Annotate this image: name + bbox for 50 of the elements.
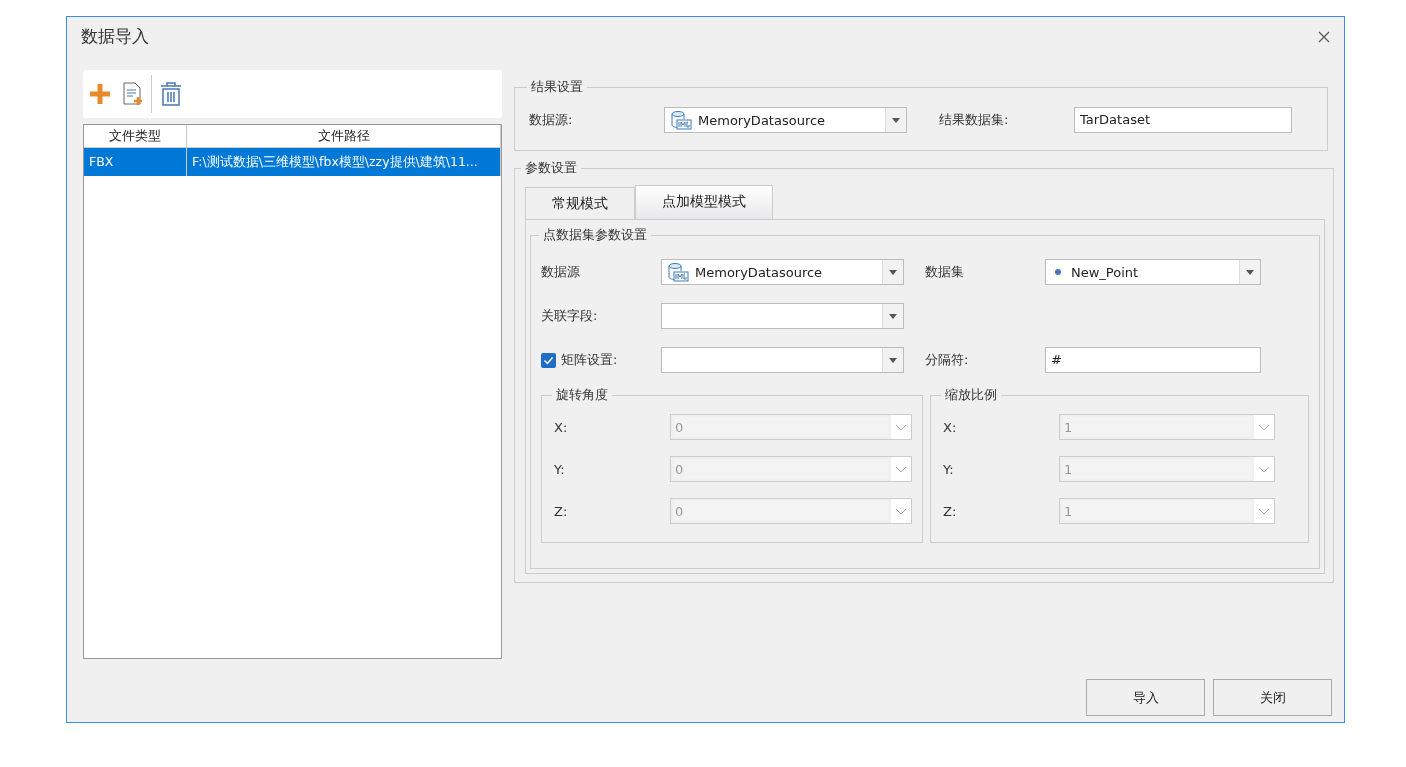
field-label: X: xyxy=(554,419,569,435)
field-label: 分隔符: xyxy=(925,351,970,369)
dropdown-field[interactable] xyxy=(661,347,904,373)
database-icon xyxy=(670,110,692,130)
group-title: 结果设置 xyxy=(530,78,584,96)
group-title: 旋转角度 xyxy=(555,386,609,404)
dialog-button[interactable]: 导入 xyxy=(1086,679,1205,716)
table-row[interactable]: FBX F:\测试数据\三维模型\fbx模型\zzy提供\建筑\11... xyxy=(84,148,501,176)
chevron-down-icon xyxy=(1258,507,1270,515)
checkbox[interactable] xyxy=(541,352,556,368)
tab[interactable]: 点加模型模式 xyxy=(635,185,773,219)
field-label: Z: xyxy=(554,503,569,519)
field-label: 数据源 xyxy=(541,263,581,281)
field-label: 关联字段: xyxy=(541,307,599,325)
dropdown-field[interactable]: New_Point xyxy=(1045,259,1261,285)
table-cell: F:\测试数据\三维模型\fbx模型\zzy提供\建筑\11... xyxy=(187,148,501,176)
close-icon[interactable] xyxy=(1318,30,1330,43)
field-label: 数据集 xyxy=(925,263,965,281)
dropdown-field[interactable] xyxy=(661,303,904,329)
field-label: X: xyxy=(943,419,958,435)
dropdown-arrow-icon xyxy=(892,117,900,123)
text-field[interactable]: # xyxy=(1045,347,1261,373)
text-field[interactable]: TarDataset xyxy=(1074,107,1292,133)
dropdown-arrow-icon xyxy=(889,357,897,363)
chevron-down-icon xyxy=(895,423,907,431)
dropdown-field[interactable]: MemoryDatasource xyxy=(661,259,904,285)
plus-icon[interactable] xyxy=(87,81,113,107)
field-label: 结果数据集: xyxy=(939,111,1010,129)
dropdown-field[interactable]: MemoryDatasource xyxy=(664,107,907,133)
table-cell: FBX xyxy=(84,148,187,176)
dropdown-arrow-icon xyxy=(889,269,897,275)
chevron-down-icon xyxy=(895,507,907,515)
field-label: Y: xyxy=(554,461,566,477)
window-title: 数据导入 xyxy=(81,25,149,48)
chevron-down-icon xyxy=(1258,423,1270,431)
field-label: 矩阵设置: xyxy=(561,351,619,369)
field-label: Y: xyxy=(943,461,955,477)
field-label: Z: xyxy=(943,503,958,519)
field-label: 数据源: xyxy=(529,111,574,129)
group-title: 缩放比例 xyxy=(944,386,998,404)
group-title: 点数据集参数设置 xyxy=(542,226,648,244)
group-title: 参数设置 xyxy=(524,159,578,177)
chevron-down-icon xyxy=(895,465,907,473)
tab[interactable]: 常规模式 xyxy=(525,187,635,219)
dropdown-arrow-icon xyxy=(1246,269,1254,275)
chevron-down-icon xyxy=(1258,465,1270,473)
trash-icon[interactable] xyxy=(158,81,184,107)
dialog-button[interactable]: 关闭 xyxy=(1213,679,1332,716)
dropdown-arrow-icon xyxy=(889,313,897,319)
database-icon xyxy=(667,262,689,282)
